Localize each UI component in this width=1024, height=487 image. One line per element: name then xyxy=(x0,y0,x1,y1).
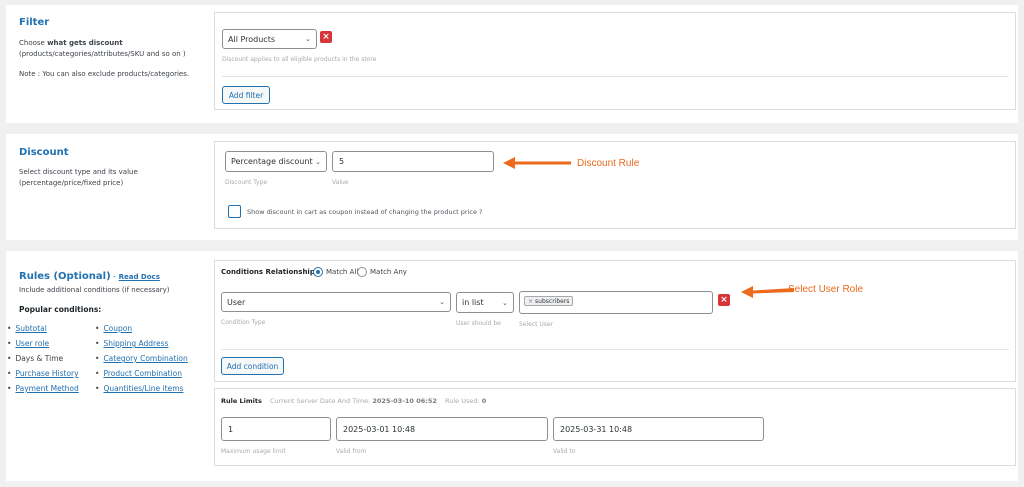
discount-description: Select discount type and its value (perc… xyxy=(19,168,138,187)
valid-from-hint: Valid from xyxy=(336,448,367,455)
chevron-down-icon: ⌄ xyxy=(305,35,311,43)
conditions-panel: Conditions Relationship Match All Match … xyxy=(214,260,1016,382)
condition-link-category-combination[interactable]: Category Combination xyxy=(103,354,187,363)
match-any-radio[interactable] xyxy=(357,267,367,277)
condition-type-select[interactable]: User ⌄ xyxy=(221,292,451,312)
rules-title: Rules (Optional) xyxy=(19,271,111,282)
condition-link-product-combination[interactable]: Product Combination xyxy=(103,369,182,378)
popular-conditions-left: Subtotal User role Days & Time Purchase … xyxy=(7,321,78,396)
filter-note: Note : You can also exclude products/cat… xyxy=(19,70,190,78)
coupon-checkbox[interactable] xyxy=(228,205,241,218)
add-condition-button[interactable]: Add condition xyxy=(221,357,284,375)
coupon-checkbox-label: Show discount in cart as coupon instead … xyxy=(247,208,483,216)
conditions-relationship-label: Conditions Relationship xyxy=(221,268,315,276)
discount-panel: Percentage discount ⌄ Discount Type 5 Va… xyxy=(214,141,1016,229)
filter-title: Filter xyxy=(19,17,50,28)
divider xyxy=(222,76,1008,77)
operator-select[interactable]: in list ⌄ xyxy=(456,292,514,313)
tag-subscribers: × subscribers xyxy=(524,296,574,306)
rules-title-row: Rules (Optional) - Read Docs xyxy=(19,271,160,282)
match-any-label: Match Any xyxy=(370,268,407,276)
condition-link-coupon[interactable]: Coupon xyxy=(103,324,132,333)
condition-link-quantities[interactable]: Quantities/Line items xyxy=(103,384,183,393)
condition-type-hint: Condition Type xyxy=(221,319,266,326)
chevron-down-icon: ⌄ xyxy=(439,298,445,306)
operator-hint: User should be xyxy=(456,320,501,327)
discount-title: Discount xyxy=(19,147,69,158)
condition-link-user-role[interactable]: User role xyxy=(15,339,49,348)
filter-section: Filter Choose what gets discount (produc… xyxy=(6,5,1018,123)
chevron-down-icon: ⌄ xyxy=(315,157,321,166)
condition-link-shipping-address[interactable]: Shipping Address xyxy=(103,339,168,348)
max-usage-hint: Maximum usage limit xyxy=(221,448,286,455)
rules-description: Include additional conditions (if necess… xyxy=(19,286,170,294)
filter-type-select[interactable]: All Products ⌄ xyxy=(222,29,317,49)
server-date-value: 2025-03-10 06:52 xyxy=(372,397,437,405)
condition-link-subtotal[interactable]: Subtotal xyxy=(15,324,46,333)
read-docs-link[interactable]: Read Docs xyxy=(119,273,160,281)
popular-conditions-right: Coupon Shipping Address Category Combina… xyxy=(95,321,187,396)
condition-link-payment-method[interactable]: Payment Method xyxy=(15,384,78,393)
user-role-tag-input[interactable]: × subscribers xyxy=(519,291,713,314)
rule-limits-panel: Rule Limits Current Server Date And Time… xyxy=(214,388,1016,466)
filter-hint: Discount applies to all eligible product… xyxy=(222,56,377,63)
max-usage-input[interactable]: 1 xyxy=(221,417,331,441)
add-filter-button[interactable]: Add filter xyxy=(222,86,270,104)
discount-rule-annotation: Discount Rule xyxy=(577,158,640,169)
condition-days-time: Days & Time xyxy=(15,354,64,363)
valid-to-hint: Valid to xyxy=(553,448,576,455)
select-user-hint: Select User xyxy=(519,321,554,328)
discount-type-select[interactable]: Percentage discount ⌄ xyxy=(225,151,327,172)
divider xyxy=(221,349,1009,350)
select-user-role-annotation: Select User Role xyxy=(788,284,864,295)
condition-link-purchase-history[interactable]: Purchase History xyxy=(15,369,78,378)
discount-section: Discount Select discount type and its va… xyxy=(6,134,1018,240)
rule-limits-header: Rule Limits Current Server Date And Time… xyxy=(221,397,487,405)
valid-to-input[interactable]: 2025-03-31 10:48 xyxy=(553,417,764,441)
remove-filter-button[interactable]: × xyxy=(320,31,332,43)
discount-type-hint: Discount Type xyxy=(225,179,268,186)
filter-panel: All Products ⌄ × Discount applies to all… xyxy=(214,12,1016,110)
popular-conditions-title: Popular conditions: xyxy=(19,305,102,314)
remove-condition-button[interactable]: × xyxy=(718,294,730,306)
filter-description: Choose what gets discount (products/cate… xyxy=(19,39,186,58)
rules-section: Rules (Optional) - Read Docs Include add… xyxy=(6,251,1018,481)
tag-remove-icon[interactable]: × xyxy=(528,298,533,305)
rule-limits-title: Rule Limits xyxy=(221,397,262,405)
discount-value-hint: Value xyxy=(332,179,349,186)
match-all-radio[interactable] xyxy=(313,267,323,277)
valid-from-input[interactable]: 2025-03-01 10:48 xyxy=(336,417,548,441)
arrow-left-icon xyxy=(503,157,571,169)
rule-used-value: 0 xyxy=(481,397,487,405)
chevron-down-icon: ⌄ xyxy=(502,298,508,307)
match-all-label: Match All xyxy=(326,268,359,276)
discount-value-input[interactable]: 5 xyxy=(332,151,494,172)
